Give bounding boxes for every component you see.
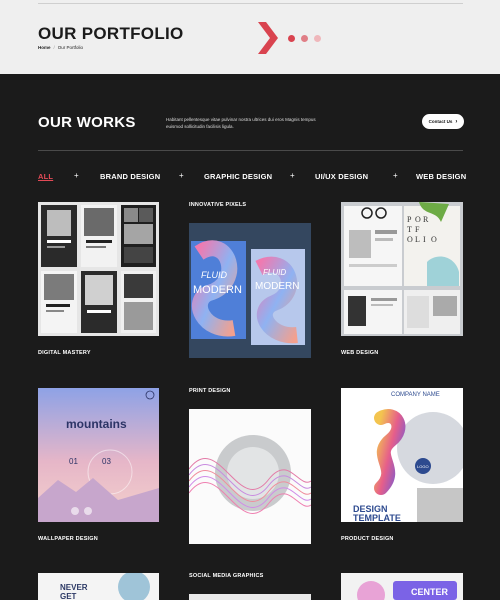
filter-separator: + [393, 171, 398, 180]
breadcrumb-current: Our Portfolio [57, 45, 84, 50]
magazine-letter: O [407, 235, 413, 244]
magazine-letter: F [415, 225, 420, 234]
portfolio-image-innovative-pixels[interactable]: FLUID MODERN FLUID MODERN [189, 223, 311, 358]
logo-badge-text: LOGO [417, 464, 429, 469]
magazine-letter: O [415, 215, 421, 224]
portfolio-image-center[interactable]: CENTER [341, 573, 463, 600]
breadcrumb-home[interactable]: Home [38, 45, 51, 50]
poster-word-2b: MODERN [255, 281, 299, 292]
poster-word-1: FLUID [201, 270, 228, 280]
wave-circle-print-image [189, 409, 311, 544]
portfolio-image-product-design[interactable]: LOGO COMPANY NAME DESIGN TEMPLATE [341, 388, 463, 522]
portfolio-image-social-media[interactable] [189, 594, 311, 600]
header-divider [38, 3, 463, 4]
poster-word-1b: FLUID [263, 268, 286, 277]
portfolio-title[interactable]: SOCIAL MEDIA GRAPHICS [189, 573, 263, 579]
portfolio-image-wallpaper-design[interactable]: mountains 01 03 [38, 388, 159, 522]
portfolio-magazine-image: P O R T F O L I O [341, 202, 463, 336]
filter-web-design[interactable]: WEB DESIGN [416, 172, 466, 181]
magazine-letter: L [415, 235, 420, 244]
magazine-letter: R [423, 215, 429, 224]
magazine-letter: P [407, 215, 412, 224]
center-ui-image: CENTER [341, 573, 463, 600]
poster-word-2: MODERN [193, 284, 242, 296]
design-template-brochure-image: LOGO COMPANY NAME DESIGN TEMPLATE [341, 388, 463, 522]
filter-graphic-design[interactable]: GRAPHIC DESIGN [204, 172, 272, 181]
section-title: OUR WORKS [38, 114, 136, 131]
social-posts-image [38, 202, 159, 336]
page-header: OUR PORTFOLIO Home / Our Portfolio [0, 0, 500, 74]
portfolio-title[interactable]: WALLPAPER DESIGN [38, 536, 98, 542]
section-description: Habitant pellentesque vitae pulvinar nos… [166, 117, 316, 129]
filter-all[interactable]: ALL [38, 172, 53, 181]
magazine-letter: T [407, 225, 412, 234]
portfolio-title[interactable]: WEB DESIGN [341, 350, 378, 356]
magazine-letter: O [431, 235, 437, 244]
portfolio-title[interactable]: INNOVATIVE PIXELS [189, 202, 246, 208]
poster-line-1: NEVER [60, 583, 88, 592]
breadcrumb: Home / Our Portfolio [38, 45, 83, 50]
chevron-right-icon: › [455, 118, 458, 125]
brochure-company-name: COMPANY NAME [391, 392, 440, 398]
portfolio-image-print-design[interactable] [189, 409, 311, 544]
portfolio-title[interactable]: PRODUCT DESIGN [341, 536, 394, 542]
wallpaper-number-1: 01 [69, 457, 78, 466]
section-divider [38, 150, 463, 151]
filter-brand-design[interactable]: BRAND DESIGN [100, 172, 160, 181]
filter-uiux-design[interactable]: UI/UX DESIGN [315, 172, 368, 181]
wallpaper-number-2: 03 [102, 457, 111, 466]
breadcrumb-separator: / [53, 45, 55, 50]
fluid-modern-posters-image: FLUID MODERN FLUID MODERN [189, 223, 311, 358]
slider-dot-2[interactable] [301, 35, 308, 42]
slider-dot-1[interactable] [288, 35, 295, 42]
mountains-wallpaper-image: mountains 01 03 [38, 388, 159, 522]
center-label: CENTER [411, 587, 449, 597]
portfolio-title[interactable]: PRINT DESIGN [189, 388, 231, 394]
brochure-line-2: TEMPLATE [353, 513, 401, 522]
portfolio-image-never-get[interactable]: NEVER GET [38, 573, 159, 600]
poster-line-2: GET [60, 592, 77, 600]
wallpaper-heading: mountains [66, 417, 127, 431]
portfolio-image-digital-mastery[interactable] [38, 202, 159, 336]
never-get-poster-image: NEVER GET [38, 573, 159, 600]
magazine-letter: I [423, 235, 426, 244]
filter-separator: + [290, 171, 295, 180]
contact-us-button[interactable]: Contact Us › [422, 114, 464, 129]
filter-separator: + [179, 171, 184, 180]
portfolio-image-web-design[interactable]: P O R T F O L I O [341, 202, 463, 336]
slider-dot-3[interactable] [314, 35, 321, 42]
chevron-right-icon [258, 22, 278, 54]
contact-us-label: Contact Us [428, 119, 453, 124]
filter-separator: + [74, 171, 79, 180]
page-title: OUR PORTFOLIO [38, 24, 184, 43]
portfolio-title[interactable]: DIGITAL MASTERY [38, 350, 91, 356]
